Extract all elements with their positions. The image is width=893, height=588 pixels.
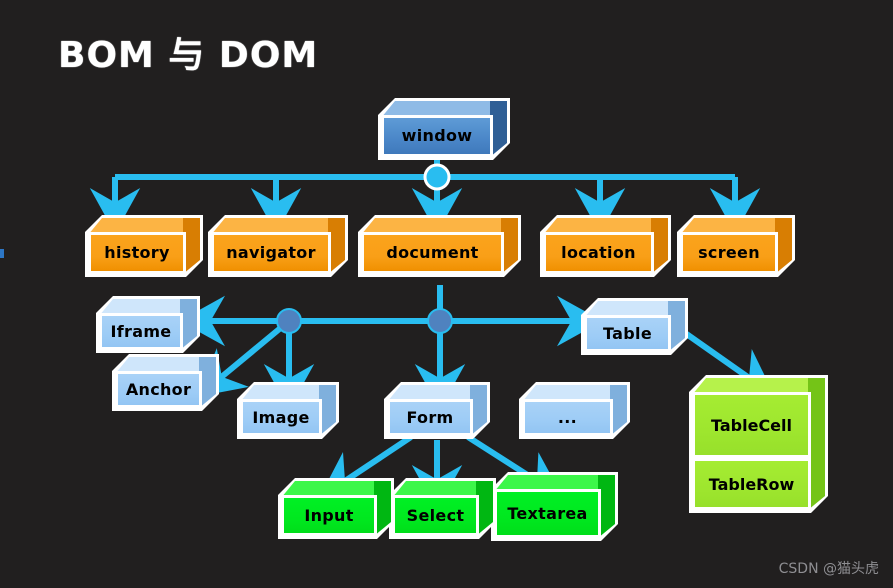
node-screen[interactable]: screen <box>680 218 792 274</box>
page-title: BOM 与 DOM <box>58 35 319 76</box>
box-front-face: location <box>543 232 654 274</box>
junction-node-dom-left <box>276 308 302 334</box>
node-label: Form <box>406 407 454 427</box>
node-label: document <box>386 243 479 262</box>
box-front-face: Image <box>240 399 322 436</box>
node-document[interactable]: document <box>361 218 518 274</box>
node-label: history <box>104 243 170 262</box>
box-front-face: document <box>361 232 504 274</box>
node-label: TableCell <box>711 415 792 435</box>
node-history[interactable]: history <box>88 218 200 274</box>
box-front-face: navigator <box>211 232 331 274</box>
node-window[interactable]: window <box>381 101 507 157</box>
junction-node-dom-right <box>427 308 453 334</box>
node-navigator[interactable]: navigator <box>211 218 345 274</box>
node-label: location <box>561 243 636 262</box>
box-front-face: Textarea <box>494 489 601 538</box>
node-anchor[interactable]: Anchor <box>115 357 216 408</box>
node-image[interactable]: Image <box>240 385 336 436</box>
node-label: window <box>401 126 473 145</box>
box-front-face: Table <box>584 315 671 352</box>
box-front-face: history <box>88 232 186 274</box>
node-input[interactable]: Input <box>281 481 391 536</box>
node-tablecell[interactable]: TableCell <box>692 392 811 458</box>
node-table[interactable]: Table <box>584 301 685 352</box>
box-front-face: Form <box>387 399 473 436</box>
node-label: ... <box>557 407 578 427</box>
slide-canvas: BOM 与 DOM window history navigator docum… <box>0 0 893 588</box>
node-label: Input <box>304 505 354 525</box>
box-front-face: Iframe <box>99 313 183 350</box>
node-label: Iframe <box>110 321 172 341</box>
box-front-face: screen <box>680 232 778 274</box>
node-tablerow[interactable]: TableRow <box>692 458 811 510</box>
node-form[interactable]: Form <box>387 385 487 436</box>
node-label: TableRow <box>708 474 795 494</box>
node-label: Anchor <box>125 379 192 399</box>
box-front-face: Anchor <box>115 371 202 408</box>
node-label: navigator <box>226 243 316 262</box>
junction-node-root <box>423 163 451 191</box>
node-location[interactable]: location <box>543 218 668 274</box>
node-label: Textarea <box>507 503 588 523</box>
box-front-face: window <box>381 115 493 157</box>
watermark: CSDN @猫头虎 <box>778 561 879 577</box>
node-table-children-stack[interactable]: TableCell TableRow <box>692 378 825 510</box>
node-label: Image <box>252 407 310 427</box>
edge-artifact <box>0 249 4 258</box>
node-textarea[interactable]: Textarea <box>494 475 615 538</box>
node-iframe[interactable]: Iframe <box>99 299 197 350</box>
node-label: screen <box>698 243 760 262</box>
node-ellipsis[interactable]: ... <box>522 385 627 436</box>
box-front-face: Select <box>392 495 479 536</box>
node-select[interactable]: Select <box>392 481 493 536</box>
node-label: Select <box>406 505 465 525</box>
box-front-face: Input <box>281 495 377 536</box>
box-front-face: ... <box>522 399 613 436</box>
node-label: Table <box>603 323 652 343</box>
